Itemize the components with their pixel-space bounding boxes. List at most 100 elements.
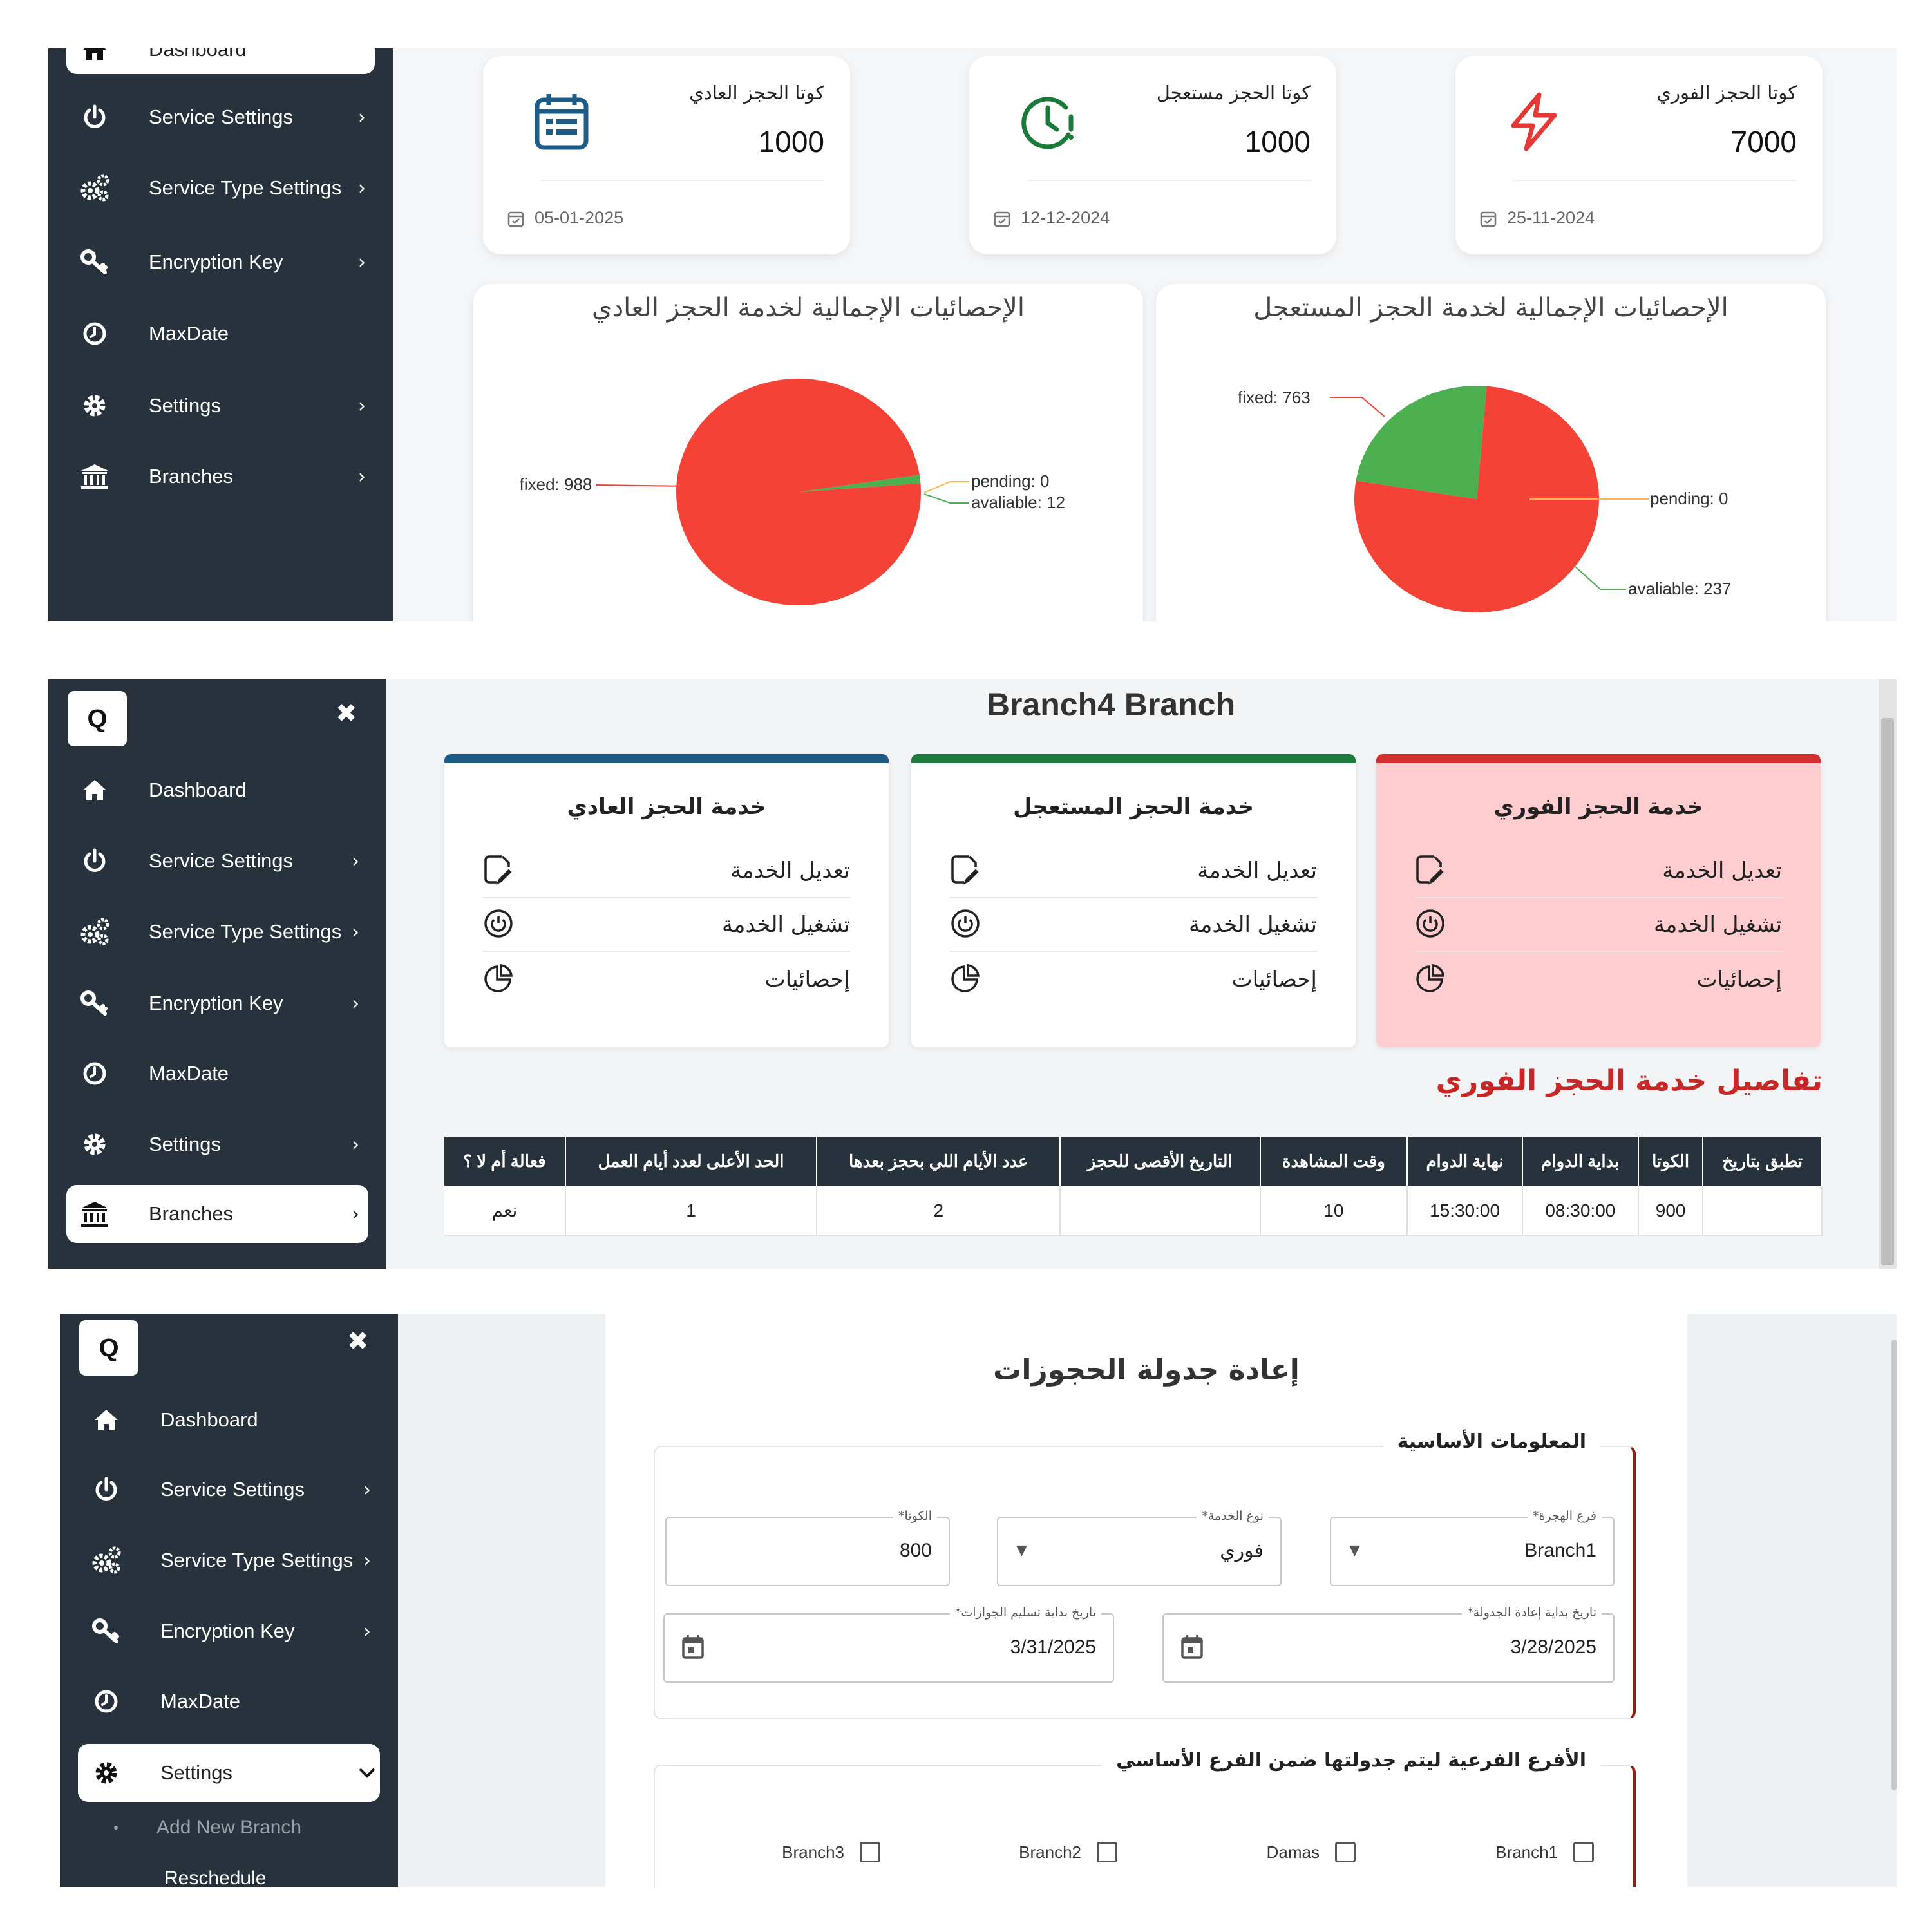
sidebar-item-dashboard[interactable]: Dashboard (78, 1391, 380, 1449)
submenu-item-reschedule[interactable]: Reschedule (164, 1868, 266, 1887)
scrollbar[interactable] (1879, 679, 1897, 1269)
table-cell: نعم (444, 1186, 566, 1236)
data-label: pending: 0 (971, 471, 1049, 491)
edit-service-row[interactable]: تعديل الخدمة (1415, 844, 1782, 898)
sidebar: Q ✖ Dashboard Service Settings › Service… (48, 679, 386, 1269)
delivery-date-input[interactable]: تاريخ بداية تسليم الجوازات* 3/31/2025 (663, 1605, 1114, 1683)
stats-row[interactable]: إحصائيات (483, 952, 850, 1007)
reschedule-date-input[interactable]: تاريخ بداية إعادة الجدولة* 3/28/2025 (1162, 1605, 1615, 1683)
app-logo[interactable]: Q (79, 1320, 138, 1376)
leader-line (1330, 397, 1385, 417)
submenu-label: Add New Branch (156, 1817, 302, 1838)
sidebar-item-maxdate[interactable]: MaxDate (78, 1672, 380, 1730)
sidebar-item-encryption-key[interactable]: Encryption Key › (78, 1602, 380, 1660)
stats-label: إحصائيات (764, 967, 850, 992)
sidebar-item-label: Dashboard (149, 778, 247, 801)
leader-line (923, 493, 969, 504)
sidebar-item-service-type-settings[interactable]: Service Type Settings › (66, 896, 368, 967)
close-sidebar-icon[interactable]: ✖ (347, 1327, 369, 1356)
sidebar-item-label: Encryption Key (149, 991, 283, 1014)
sidebar-item-encryption-key[interactable]: Encryption Key › (66, 233, 375, 291)
sidebar-item-settings[interactable]: Settings › (66, 377, 375, 435)
sidebar-item-maxdate[interactable]: MaxDate (66, 1045, 368, 1103)
sidebar: Dashboard Service Settings › Service Typ… (48, 48, 393, 621)
dropdown-arrow-icon: ▼ (1349, 1542, 1360, 1558)
edit-service-row[interactable]: تعديل الخدمة (483, 844, 850, 898)
quota-input[interactable]: الكوتا* 800 (665, 1509, 950, 1586)
reschedule-panel: Q ✖ Dashboard Service Settings › Service… (60, 1314, 1897, 1887)
pie-slice-avaliable[interactable] (1356, 386, 1487, 499)
checkbox-box[interactable] (1573, 1842, 1594, 1862)
checkbox-label: Branch3 (782, 1842, 844, 1862)
field-value: 3/31/2025 (1010, 1636, 1096, 1658)
scrollbar-thumb[interactable] (1881, 718, 1894, 1265)
sidebar-item-settings[interactable]: Settings › (66, 1115, 368, 1173)
chart-card-regular: الإحصائيات الإجمالية لخدمة الحجز العادي … (473, 284, 1143, 621)
service-card-regular: خدمة الحجز العادي تعديل الخدمة تشغيل الخ… (444, 754, 889, 1047)
checkbox-branch3[interactable]: Branch3 (782, 1842, 880, 1862)
details-table: تطبق بتاريخ الكوتا بداية الدوام نهاية ال… (444, 1137, 1823, 1236)
calendar-icon[interactable] (681, 1634, 705, 1662)
service-type-select[interactable]: نوع الخدمة* فوري ▼ (997, 1509, 1282, 1586)
sidebar-item-service-type-settings[interactable]: Service Type Settings › (78, 1525, 380, 1596)
sidebar-item-service-settings[interactable]: Service Settings › (78, 1461, 380, 1519)
stats-row[interactable]: إحصائيات (950, 952, 1317, 1007)
pie-slice-fixed[interactable] (676, 378, 921, 605)
quota-value: 1000 (758, 125, 824, 158)
stats-row[interactable]: إحصائيات (1415, 952, 1782, 1007)
power-circle-icon (483, 908, 514, 942)
sidebar-item-dashboard[interactable]: Dashboard (66, 761, 368, 819)
calendar-small-icon (507, 211, 524, 227)
chevron-right-icon: › (363, 1549, 371, 1572)
sidebar-item-settings[interactable]: Settings (78, 1744, 380, 1802)
column-header: فعالة أم لا ؟ (444, 1137, 566, 1186)
checkbox-label: Damas (1266, 1842, 1320, 1862)
close-sidebar-icon[interactable]: ✖ (336, 699, 357, 728)
card-accent (911, 754, 1356, 763)
run-service-row[interactable]: تشغيل الخدمة (1415, 898, 1782, 952)
quota-value: 1000 (1244, 125, 1311, 158)
sidebar-item-service-settings[interactable]: Service Settings › (66, 88, 375, 146)
chevron-right-icon: › (358, 106, 366, 129)
table-cell: 2 (817, 1186, 1061, 1236)
sidebar-item-encryption-key[interactable]: Encryption Key › (66, 974, 368, 1032)
sidebar-item-service-settings[interactable]: Service Settings › (66, 832, 368, 890)
fieldset-legend: الأفرع الفرعية ليتم جدولتها ضمن الفرع ال… (1102, 1749, 1600, 1772)
sidebar-item-maxdate[interactable]: MaxDate (66, 305, 375, 363)
run-service-row[interactable]: تشغيل الخدمة (950, 898, 1317, 952)
stats-label: إحصائيات (1231, 967, 1317, 992)
sidebar-item-branches[interactable]: Branches › (66, 1185, 368, 1243)
run-service-label: تشغيل الخدمة (721, 912, 850, 938)
edit-icon (483, 854, 514, 887)
table-header-row: تطبق بتاريخ الكوتا بداية الدوام نهاية ال… (444, 1137, 1823, 1186)
submenu-item-add-branch[interactable]: Add New Branch (114, 1812, 301, 1844)
sidebar-item-service-type-settings[interactable]: Service Type Settings › (66, 153, 375, 223)
sidebar-item-branches[interactable]: Branches › (66, 448, 375, 506)
checkbox-damas[interactable]: Damas (1267, 1842, 1356, 1862)
checkbox-box[interactable] (1335, 1842, 1356, 1862)
checkbox-box[interactable] (1097, 1842, 1117, 1862)
quota-date: 05-01-2025 (507, 208, 623, 228)
divider (1513, 180, 1797, 181)
dashboard-panel: Dashboard Service Settings › Service Typ… (48, 48, 1897, 621)
branch-select[interactable]: فرع الهجرة* Branch1 ▼ (1330, 1509, 1615, 1586)
chevron-right-icon: › (358, 394, 366, 417)
run-service-row[interactable]: تشغيل الخدمة (483, 898, 850, 952)
sidebar-item-label: Branches (149, 1202, 233, 1225)
checkbox-box[interactable] (860, 1842, 880, 1862)
app-logo[interactable]: Q (68, 691, 127, 746)
sidebar-item-label: Encryption Key (160, 1619, 295, 1642)
bank-icon (78, 463, 111, 490)
table-cell: 10 (1260, 1186, 1408, 1236)
quota-card-instant: كوتا الحجز الفوري 7000 25-11-2024 (1455, 56, 1823, 254)
edit-service-label: تعديل الخدمة (1662, 858, 1782, 884)
checkbox-branch1[interactable]: Branch1 (1495, 1842, 1594, 1862)
sidebar-item-dashboard[interactable]: Dashboard (66, 48, 375, 74)
checkbox-branch2[interactable]: Branch2 (1019, 1842, 1117, 1862)
quota-value: 7000 (1730, 125, 1797, 158)
scrollbar[interactable] (1891, 1340, 1897, 1790)
edit-service-row[interactable]: تعديل الخدمة (950, 844, 1317, 898)
chevron-right-icon: › (358, 465, 366, 488)
fieldset-legend: المعلومات الأساسية (1383, 1430, 1600, 1453)
calendar-icon[interactable] (1180, 1634, 1204, 1662)
